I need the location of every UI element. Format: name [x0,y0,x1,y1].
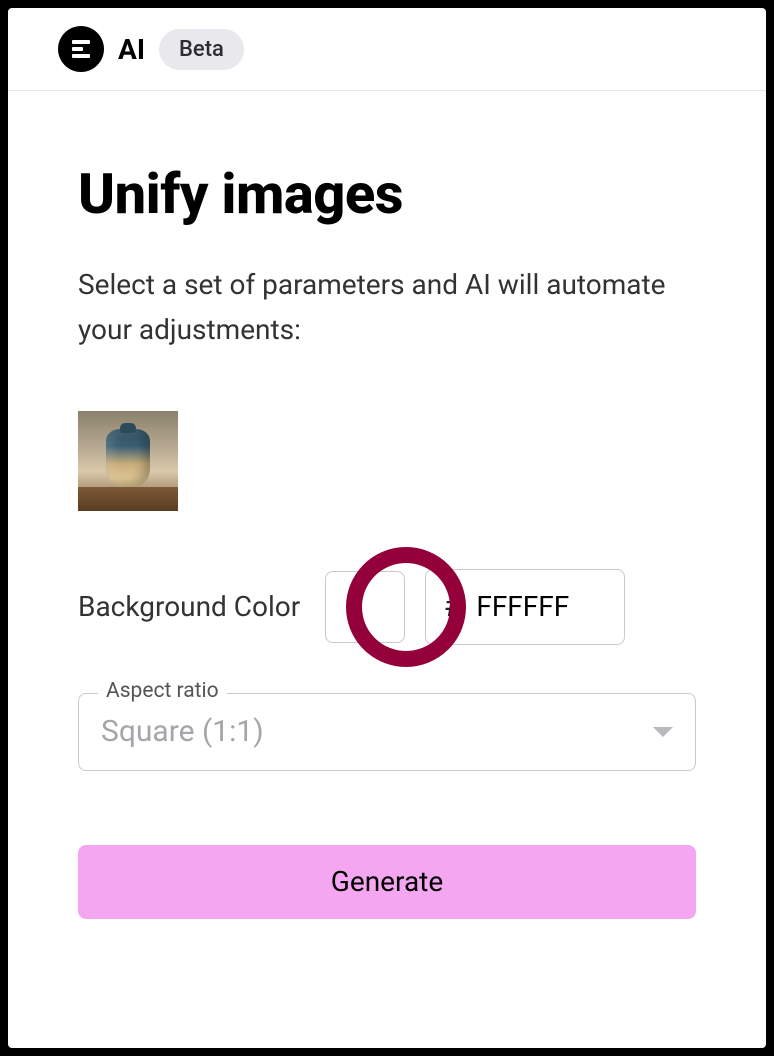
background-color-label: Background Color [78,590,300,623]
elementor-logo-icon [58,26,104,72]
page-subtitle: Select a set of parameters and AI will a… [78,263,696,353]
hex-prefix: # [444,589,462,624]
ai-modal: AI Beta Unify images Select a set of par… [8,8,766,1048]
beta-badge: Beta [159,29,244,70]
page-title: Unify images [78,161,696,227]
background-color-row: Background Color # [78,569,696,645]
color-swatch[interactable] [325,571,405,643]
hex-input-wrapper: # [425,569,625,645]
modal-header: AI Beta [8,8,766,91]
image-thumbnail[interactable] [78,411,178,511]
aspect-ratio-value: Square (1:1) [101,714,264,749]
modal-content: Unify images Select a set of parameters … [8,91,766,919]
chevron-down-icon [653,727,673,737]
aspect-ratio-legend: Aspect ratio [98,679,227,703]
aspect-ratio-field: Aspect ratio Square (1:1) [78,693,696,771]
generate-button[interactable]: Generate [78,845,696,919]
aspect-ratio-select[interactable]: Square (1:1) [78,693,696,771]
header-title: AI [118,33,145,66]
hex-input[interactable] [476,590,606,623]
